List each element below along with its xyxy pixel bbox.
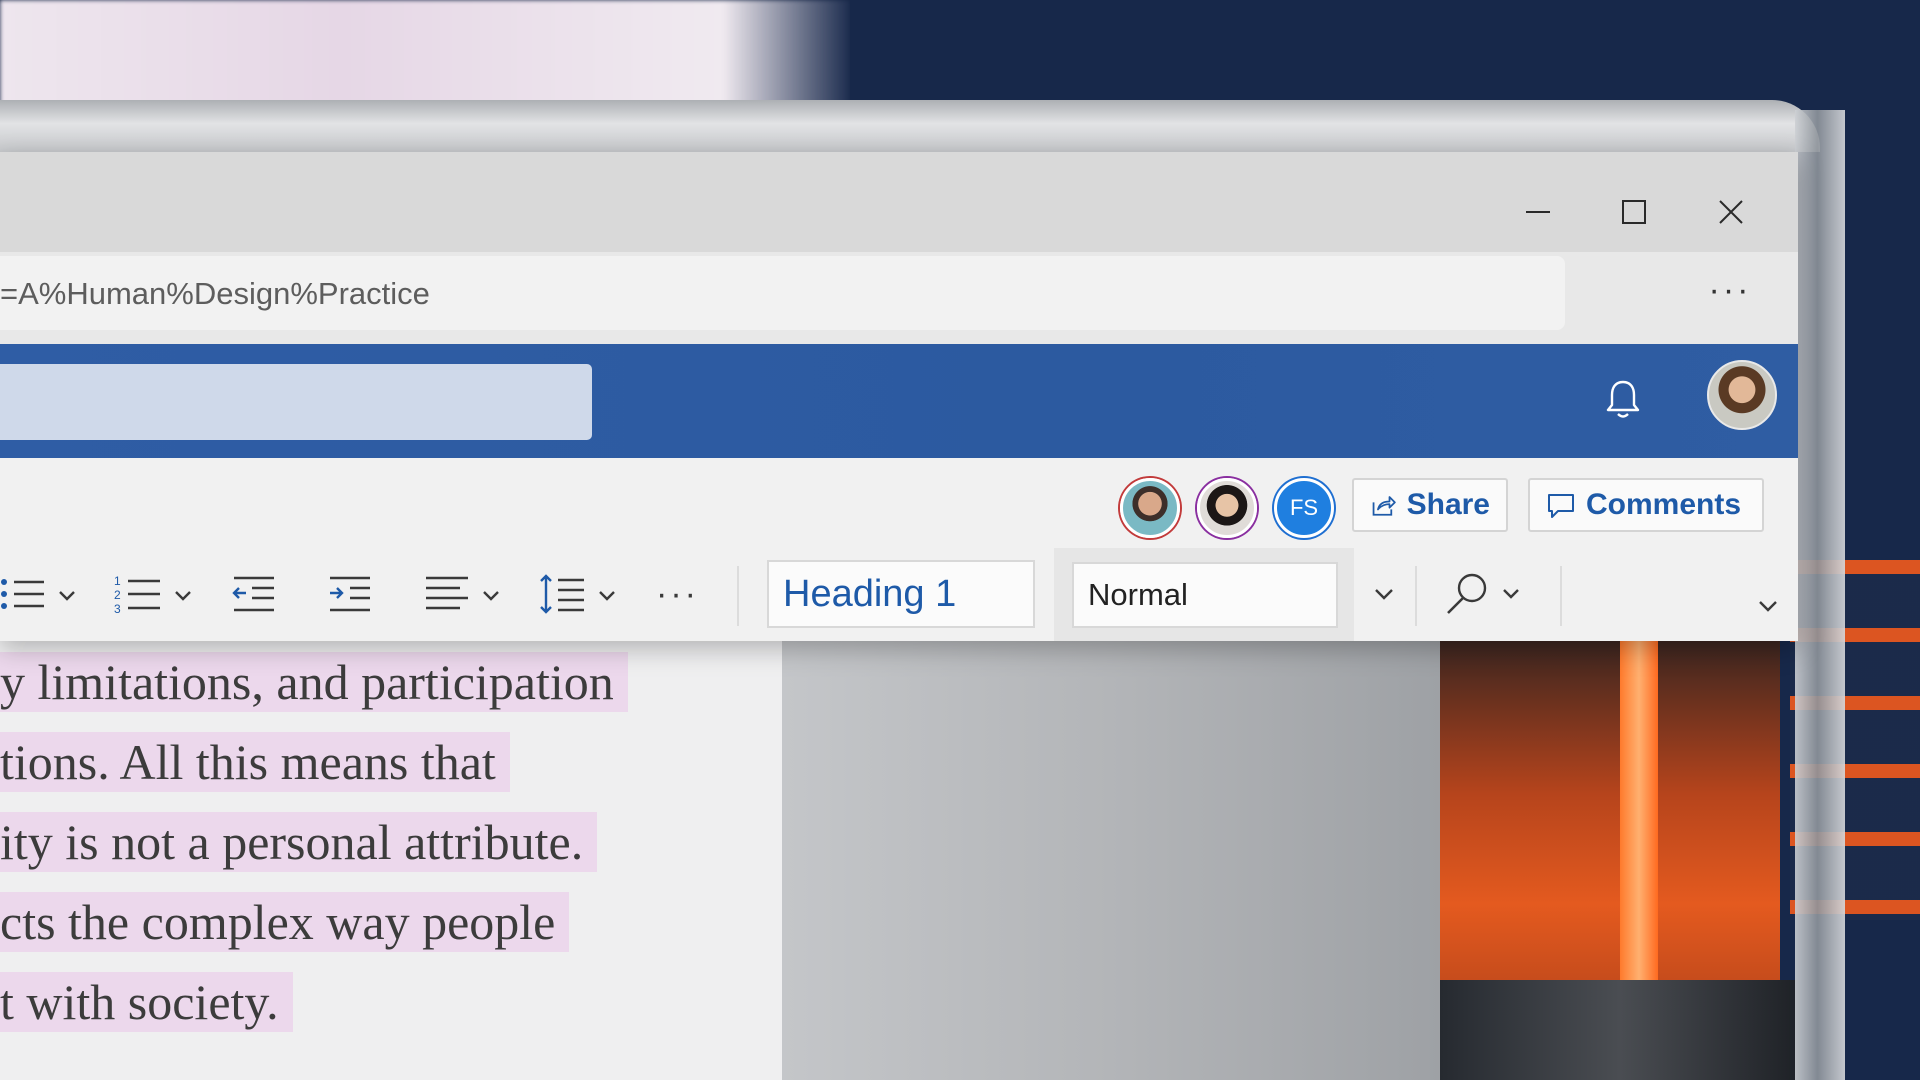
notifications-button[interactable] (1600, 374, 1646, 424)
separator (1415, 566, 1417, 626)
normal-style-preview[interactable]: Normal (1072, 562, 1338, 628)
align-button[interactable] (422, 570, 508, 618)
decrease-indent-icon (232, 576, 274, 612)
user-avatar[interactable] (1707, 360, 1777, 430)
close-icon (1719, 200, 1743, 224)
find-button[interactable] (1442, 570, 1528, 618)
document-line[interactable]: y limitations, and participation (0, 652, 628, 712)
ribbon-toolbar: 1 2 3 ··· Heading 1 Normal (0, 548, 1798, 641)
numbered-list-icon: 1 2 3 (114, 574, 191, 616)
document-line[interactable]: ity is not a personal attribute. (0, 812, 598, 872)
background-blurred-page (0, 0, 850, 110)
more-options-button[interactable]: ··· (656, 570, 699, 618)
expand-ribbon-button[interactable] (1756, 582, 1780, 630)
app-window: =A%Human%Design%Practice ··· FS Share Co… (0, 152, 1798, 641)
svg-text:1: 1 (114, 574, 121, 588)
comment-icon (1548, 494, 1574, 518)
comments-button[interactable]: Comments (1528, 478, 1764, 532)
styles-dropdown-button[interactable] (1372, 570, 1396, 618)
app-header (0, 344, 1798, 458)
separator (1560, 566, 1562, 626)
svg-text:3: 3 (114, 602, 121, 616)
collaborator-avatar[interactable] (1120, 478, 1180, 538)
comments-label: Comments (1586, 488, 1742, 521)
bullet-list-button[interactable] (0, 570, 84, 618)
document-page[interactable]: y limitations, and participation tions. … (0, 640, 782, 1080)
share-button[interactable]: Share (1352, 478, 1508, 532)
svg-text:2: 2 (114, 588, 121, 602)
collaborator-avatar-initials[interactable]: FS (1274, 478, 1334, 538)
address-text: =A%Human%Design%Practice (0, 276, 430, 311)
line-spacing-icon (540, 574, 615, 614)
collaboration-bar: FS Share Comments (0, 458, 1798, 548)
document-line[interactable]: tions. All this means that (0, 732, 510, 792)
document-line[interactable]: cts the complex way people (0, 892, 570, 952)
search-icon (1447, 573, 1519, 614)
decrease-indent-button[interactable] (230, 570, 278, 618)
heading-style-preview[interactable]: Heading 1 (767, 560, 1035, 628)
background-gray-panel (780, 640, 1440, 1080)
collaborator-avatar[interactable] (1197, 478, 1257, 538)
increase-indent-icon (330, 576, 370, 612)
share-label: Share (1406, 488, 1490, 521)
bell-icon (1606, 380, 1640, 418)
background-dark-block (1440, 980, 1800, 1080)
line-spacing-button[interactable] (538, 570, 624, 618)
address-bar[interactable]: =A%Human%Design%Practice (0, 256, 1565, 330)
maximize-button[interactable] (1614, 192, 1654, 232)
chevron-down-icon (1375, 589, 1393, 600)
close-button[interactable] (1711, 192, 1751, 232)
title-bar (0, 152, 1798, 252)
search-input[interactable] (0, 364, 592, 440)
increase-indent-button[interactable] (326, 570, 374, 618)
minimize-button[interactable] (1518, 192, 1558, 232)
share-icon (1372, 496, 1396, 516)
separator (737, 566, 739, 626)
background-glass-edge (0, 100, 1820, 152)
align-left-icon (426, 576, 499, 610)
document-line[interactable]: t with society. (0, 972, 293, 1032)
browser-more-button[interactable]: ··· (1700, 270, 1760, 320)
numbered-list-button[interactable]: 1 2 3 (114, 570, 204, 618)
background-glass-side (1795, 110, 1845, 1080)
bullet-list-icon (1, 579, 75, 609)
chevron-down-icon (1759, 601, 1777, 612)
maximize-icon (1622, 200, 1646, 224)
minimize-icon (1526, 211, 1550, 213)
